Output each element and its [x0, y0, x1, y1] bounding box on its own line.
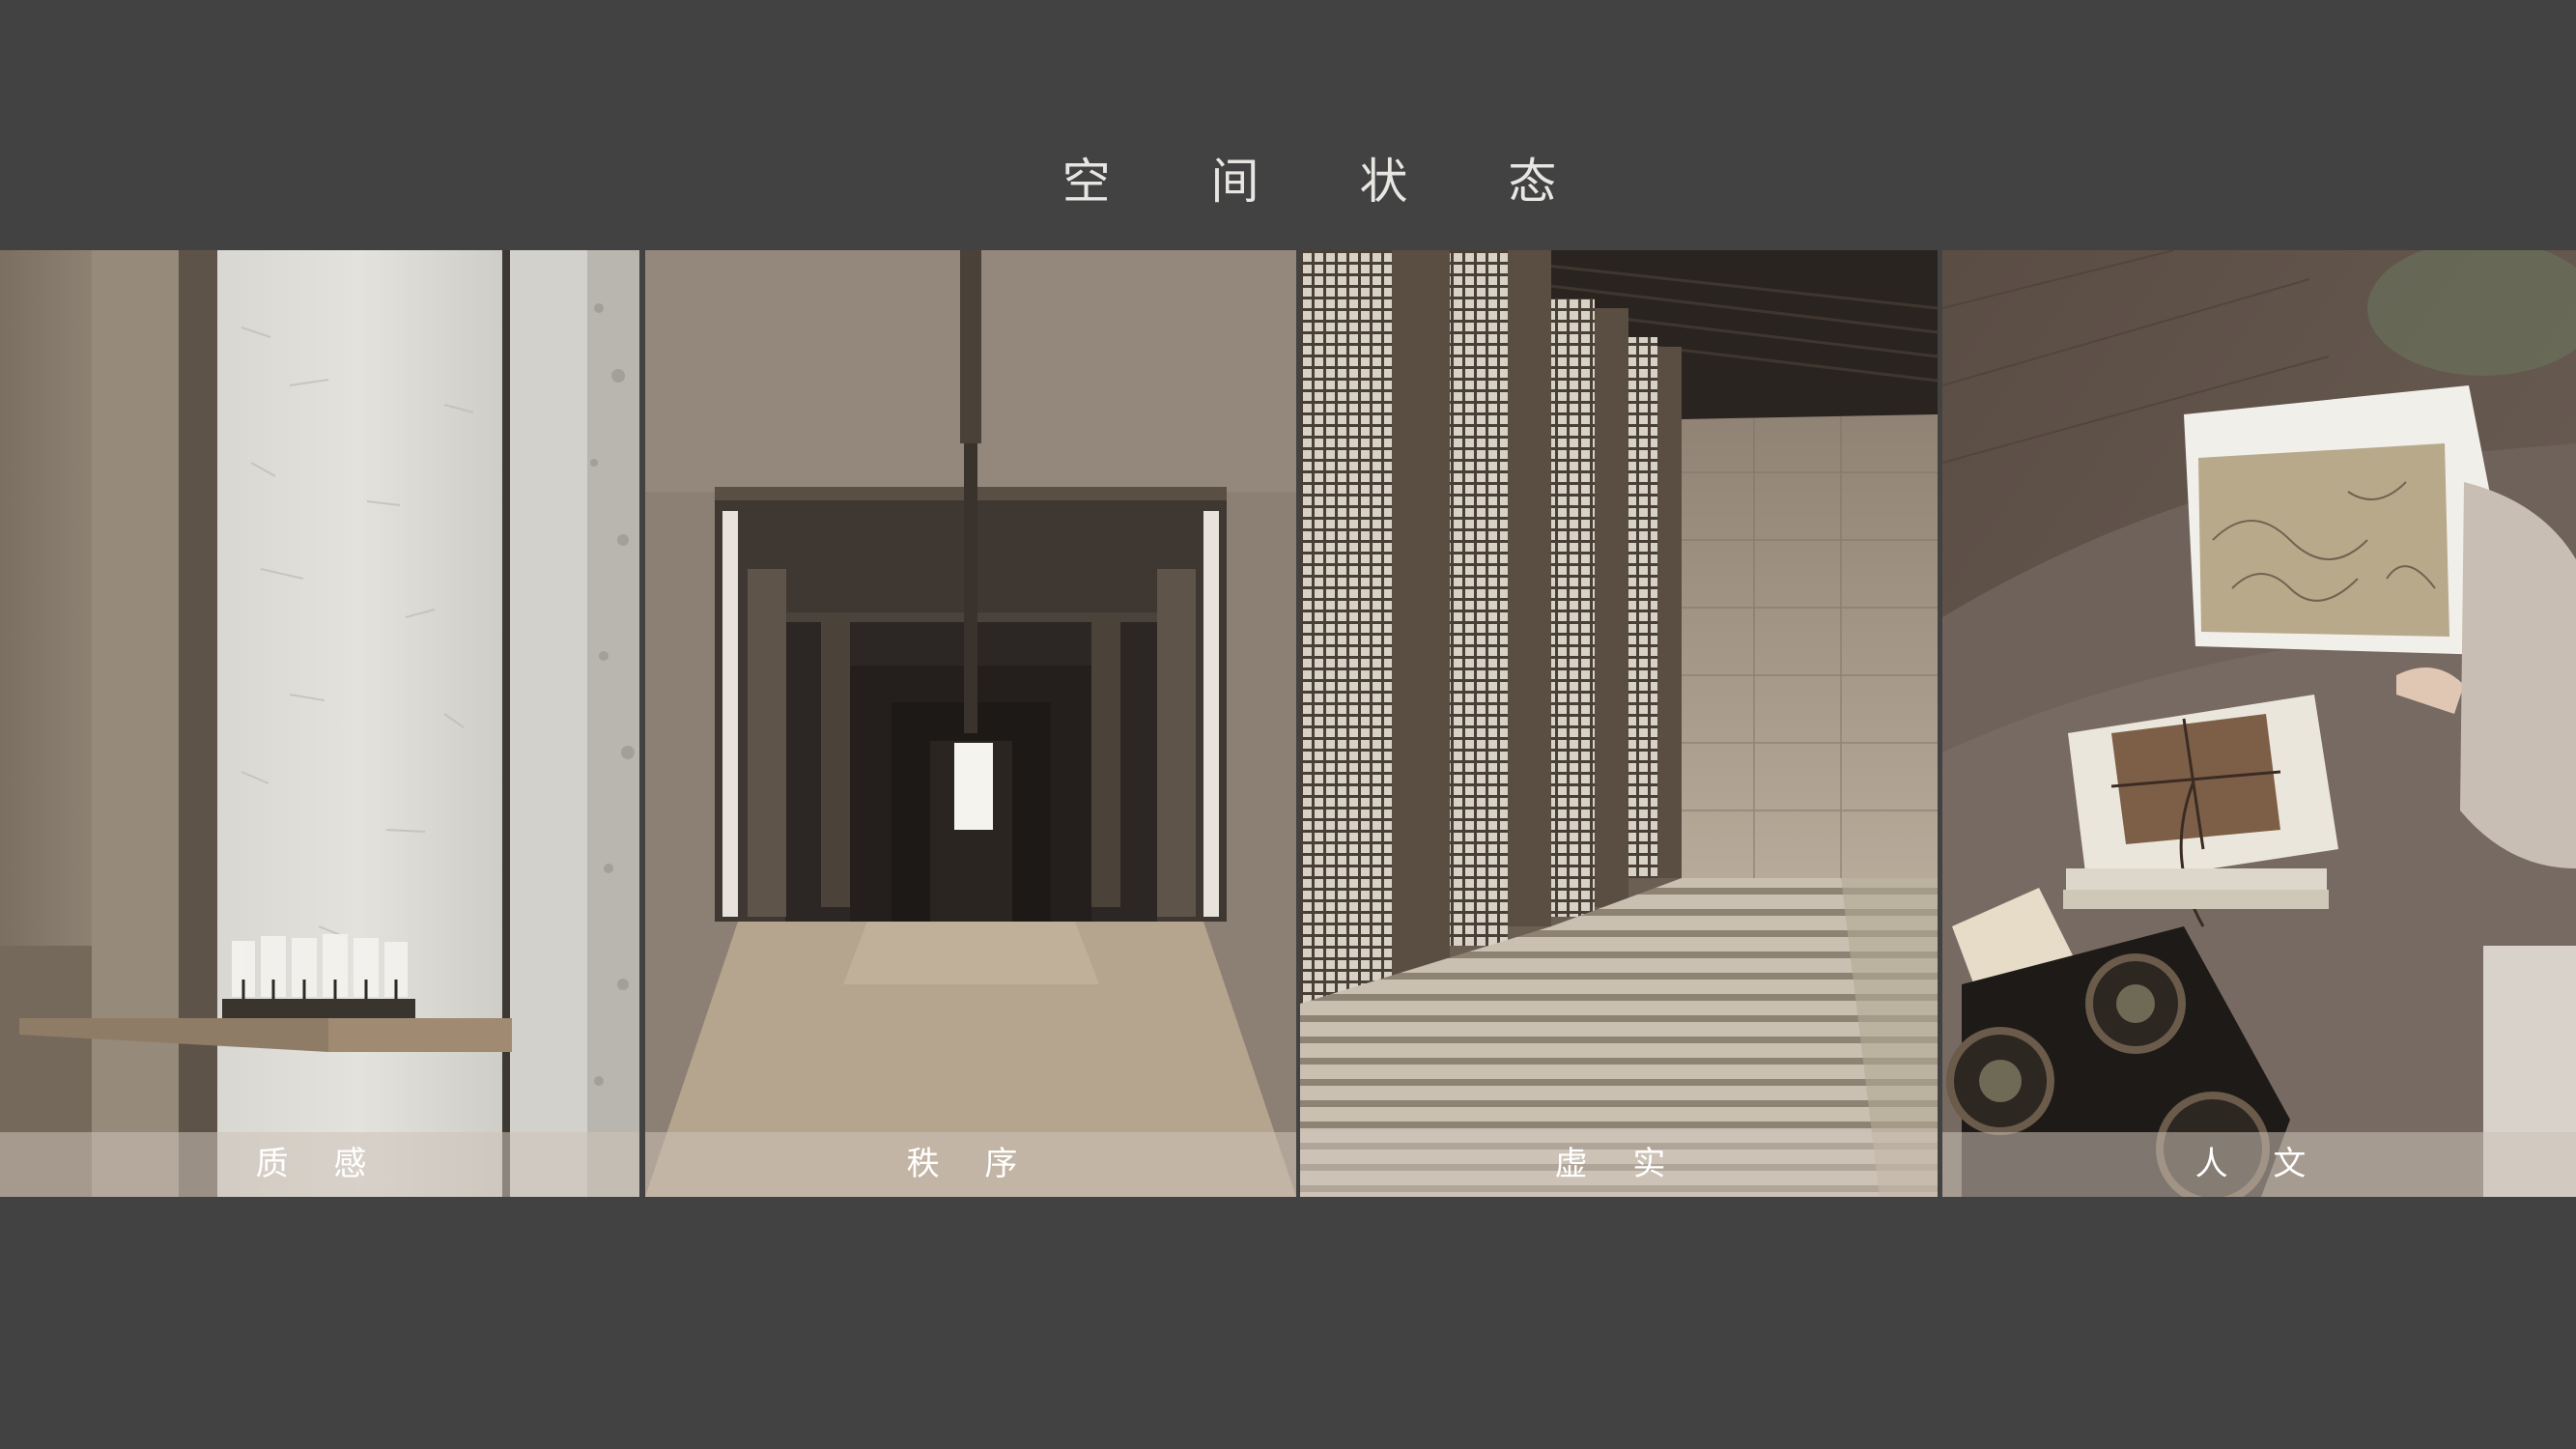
caption-texture: 质 感 — [0, 1132, 639, 1197]
caption-order: 秩 序 — [645, 1132, 1296, 1197]
page-title: 空 间 状 态 — [1062, 154, 1599, 210]
panel-void-solid: 虚 实 — [1300, 250, 1938, 1197]
caption-void-solid: 虚 实 — [1300, 1132, 1938, 1197]
order-photo — [645, 250, 1296, 1197]
panel-texture: 质 感 — [0, 250, 639, 1197]
caption-humanity: 人 文 — [1942, 1132, 2576, 1197]
panel-humanity: 人 文 — [1942, 250, 2576, 1197]
texture-photo — [0, 250, 639, 1197]
panel-order: 秩 序 — [645, 250, 1296, 1197]
humanity-photo — [1942, 250, 2576, 1197]
slide: 空 间 状 态 质 感 秩 序 虚 实 人 文 — [0, 0, 2576, 1449]
void-solid-photo — [1300, 250, 1938, 1197]
